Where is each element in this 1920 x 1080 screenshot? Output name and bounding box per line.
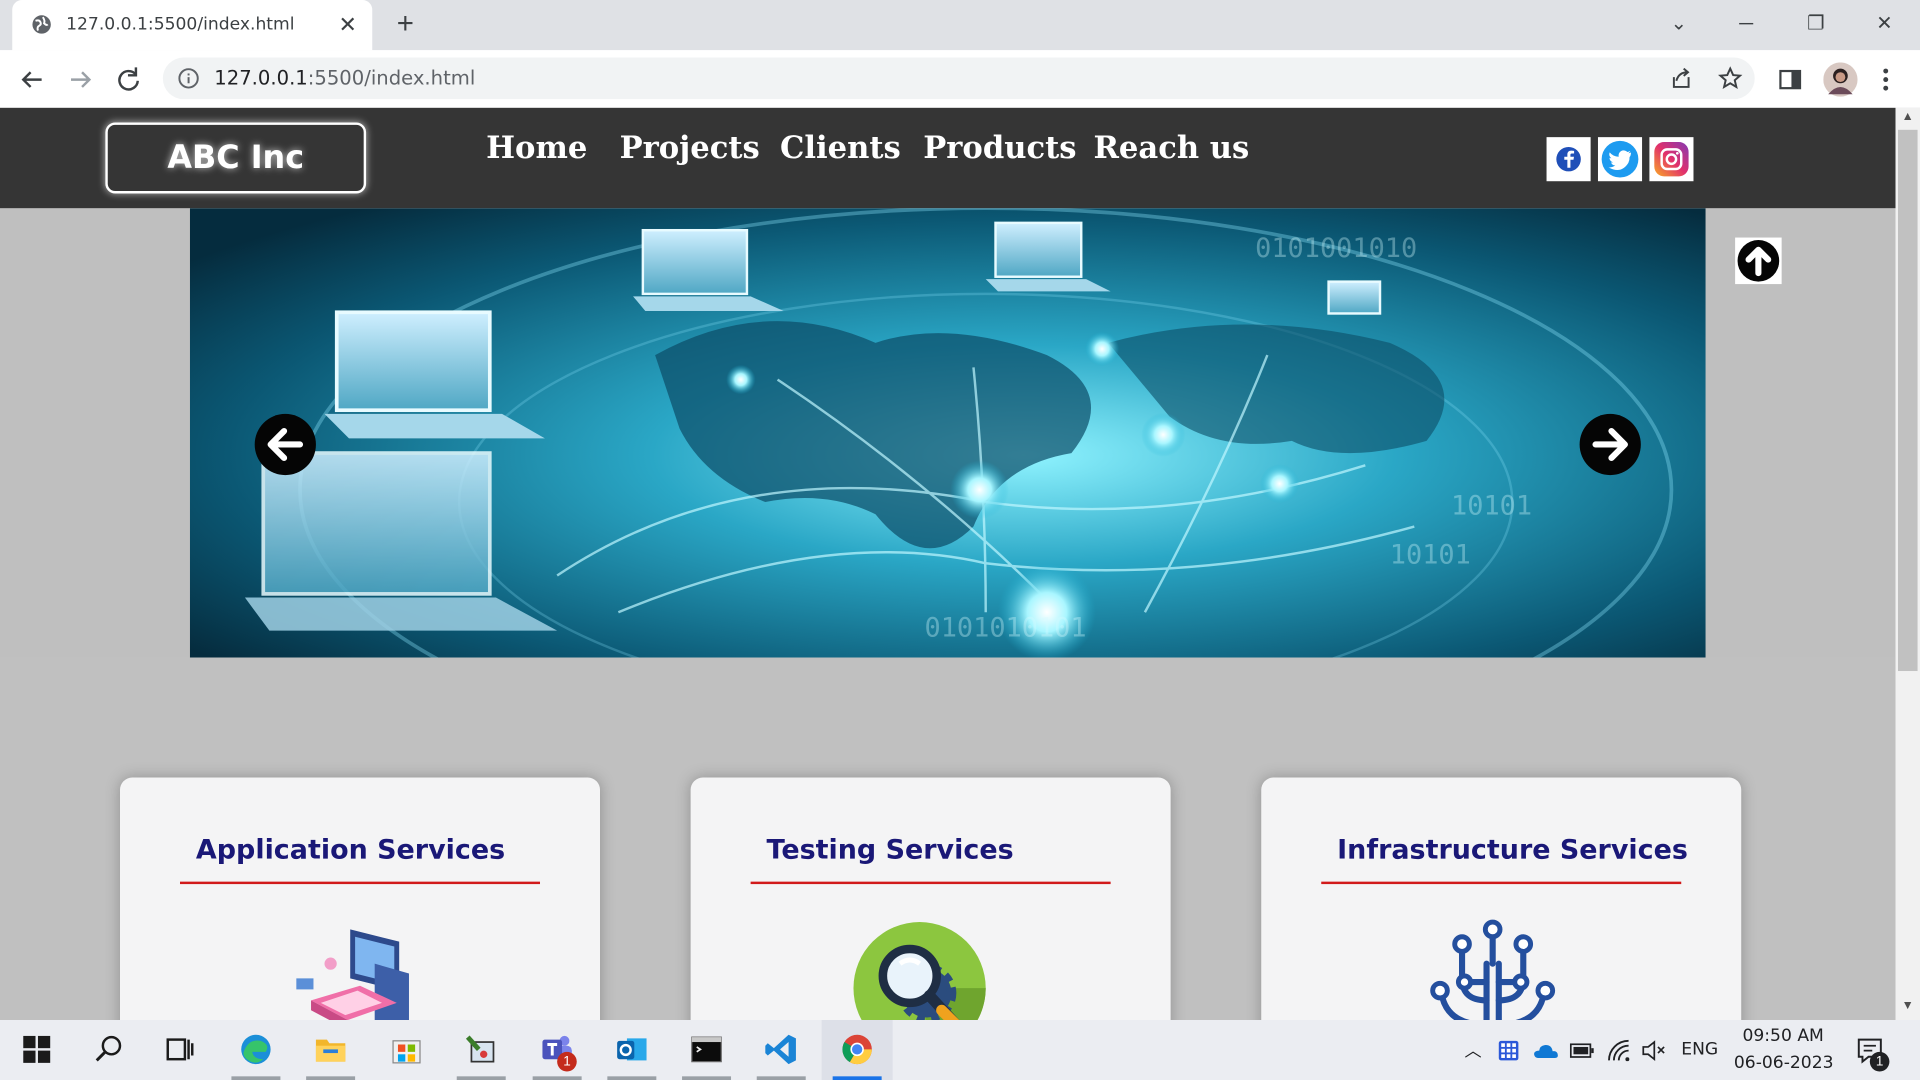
- title-underline: [1321, 881, 1682, 885]
- notification-count-badge: 1: [1869, 1051, 1890, 1072]
- service-card-testing[interactable]: Testing Services: [690, 777, 1171, 1021]
- title-underline: [180, 881, 541, 885]
- vscode-icon[interactable]: [764, 1032, 798, 1066]
- speaker-muted-icon[interactable]: [1641, 1040, 1665, 1062]
- web-page: ABC Inc Home Projects Clients Products R…: [0, 107, 1896, 1021]
- facebook-icon: [1556, 146, 1581, 172]
- svg-text:0101010101: 0101010101: [924, 613, 1086, 644]
- outlook-icon[interactable]: [615, 1032, 649, 1066]
- service-card-title: Testing Services: [766, 835, 1014, 866]
- scrollbar-thumb[interactable]: [1897, 129, 1918, 672]
- nav-link-products[interactable]: Products: [923, 130, 1076, 166]
- task-view-icon[interactable]: [163, 1032, 197, 1066]
- twitter-link[interactable]: [1597, 137, 1643, 182]
- bookmark-star-icon[interactable]: [1718, 66, 1743, 90]
- microsoft-store-icon[interactable]: [389, 1032, 423, 1066]
- back-icon[interactable]: [16, 64, 48, 96]
- reload-icon[interactable]: [113, 64, 145, 96]
- windows-start-icon[interactable]: [20, 1032, 54, 1066]
- service-card-title: Infrastructure Services: [1337, 835, 1688, 866]
- carousel-prev-button[interactable]: [251, 410, 320, 479]
- terminal-icon[interactable]: [689, 1032, 723, 1066]
- edge-icon[interactable]: [239, 1032, 273, 1066]
- running-indicator: [456, 1076, 506, 1080]
- running-indicator: [756, 1076, 806, 1080]
- globe-icon: [32, 15, 51, 34]
- facebook-link[interactable]: [1546, 137, 1591, 182]
- tab-search-icon[interactable]: ⌄: [1657, 7, 1701, 41]
- nav-link-reach-us[interactable]: Reach us: [1093, 130, 1249, 166]
- laptop-isometric-icon: [296, 929, 409, 1021]
- global-network-image: 0101001010 10101 10101 0101010101: [189, 208, 1706, 658]
- service-card-application[interactable]: Application Services: [120, 777, 601, 1021]
- scroll-to-top-button[interactable]: [1735, 237, 1782, 285]
- svg-text:10101: 10101: [1451, 490, 1532, 521]
- running-indicator: [306, 1076, 356, 1080]
- forward-icon[interactable]: [65, 64, 97, 96]
- circuit-tree-icon: [1430, 919, 1556, 1021]
- keyboard-grid-icon[interactable]: [1498, 1040, 1520, 1062]
- svg-text:0101001010: 0101001010: [1255, 233, 1417, 264]
- running-indicator: [231, 1076, 281, 1080]
- carousel-next-button[interactable]: [1576, 410, 1645, 479]
- instagram-icon: [1654, 142, 1689, 177]
- side-panel-icon[interactable]: [1778, 67, 1802, 91]
- running-indicator: [532, 1076, 582, 1080]
- chrome-icon[interactable]: [840, 1032, 874, 1066]
- clock-time[interactable]: 09:50 AM: [1742, 1026, 1823, 1046]
- twitter-icon: [1601, 140, 1639, 178]
- teams-notification-badge: 1: [557, 1051, 577, 1072]
- site-info-icon[interactable]: [178, 67, 200, 89]
- minimize-button[interactable]: ─: [1724, 7, 1768, 41]
- close-tab-icon[interactable]: ✕: [336, 11, 360, 38]
- windows-taskbar: 1 ︿ ENG 09:50 AM 06-06-2023 1: [0, 1020, 1920, 1080]
- running-indicator: [682, 1076, 732, 1080]
- onedrive-icon[interactable]: [1532, 1041, 1559, 1061]
- instagram-link[interactable]: [1649, 137, 1694, 182]
- avatar[interactable]: [1823, 62, 1858, 97]
- service-card-infrastructure[interactable]: Infrastructure Services: [1261, 777, 1742, 1021]
- scroll-down-arrow-icon[interactable]: ▼: [1902, 999, 1914, 1012]
- active-indicator: [832, 1076, 882, 1080]
- browser-toolbar: 127.0.0.1:5500/index.html: [0, 50, 1920, 109]
- address-bar[interactable]: 127.0.0.1:5500/index.html: [162, 57, 1755, 100]
- logo[interactable]: ABC Inc: [105, 122, 367, 194]
- wifi-icon[interactable]: [1607, 1038, 1631, 1062]
- url-text[interactable]: 127.0.0.1:5500/index.html: [214, 66, 475, 89]
- tab-title: 127.0.0.1:5500/index.html: [66, 14, 295, 35]
- battery-icon[interactable]: [1569, 1043, 1594, 1058]
- service-card-title: Application Services: [195, 835, 506, 866]
- site-header: ABC Inc Home Projects Clients Products R…: [0, 107, 1896, 209]
- services-section: Application Services Testing Services In…: [0, 657, 1896, 1021]
- clock-date[interactable]: 06-06-2023: [1734, 1053, 1834, 1073]
- browser-menu-icon[interactable]: [1876, 65, 1896, 94]
- search-icon[interactable]: [92, 1032, 126, 1066]
- url-path: :5500/index.html: [307, 66, 476, 90]
- logo-text: ABC Inc: [167, 139, 305, 177]
- paint-app-icon[interactable]: [464, 1032, 498, 1066]
- page-scrollbar[interactable]: ▲ ▼: [1895, 107, 1920, 1021]
- svg-text:10101: 10101: [1390, 539, 1471, 570]
- share-icon[interactable]: [1669, 66, 1693, 90]
- close-window-button[interactable]: ✕: [1862, 7, 1906, 41]
- url-host: 127.0.0.1: [214, 66, 308, 90]
- magnifier-gear-icon: [853, 922, 986, 1021]
- restore-button[interactable]: ❐: [1794, 7, 1838, 41]
- nav-link-home[interactable]: Home: [486, 130, 587, 166]
- nav-link-projects[interactable]: Projects: [620, 130, 760, 166]
- scroll-up-arrow-icon[interactable]: ▲: [1902, 110, 1914, 123]
- language-indicator[interactable]: ENG: [1681, 1040, 1718, 1060]
- new-tab-button[interactable]: +: [389, 7, 421, 41]
- running-indicator: [607, 1076, 657, 1080]
- nav-link-clients[interactable]: Clients: [780, 130, 901, 166]
- tray-overflow-icon[interactable]: ︿: [1465, 1038, 1482, 1062]
- file-explorer-icon[interactable]: [313, 1032, 347, 1066]
- hero-banner: 0101001010 10101 10101 0101010101: [189, 208, 1706, 658]
- browser-tab-strip: 127.0.0.1:5500/index.html ✕ + ⌄ ─ ❐ ✕: [0, 0, 1920, 51]
- browser-tab[interactable]: 127.0.0.1:5500/index.html ✕: [12, 0, 373, 51]
- arrow-up-icon: [1737, 240, 1780, 282]
- title-underline: [750, 881, 1111, 885]
